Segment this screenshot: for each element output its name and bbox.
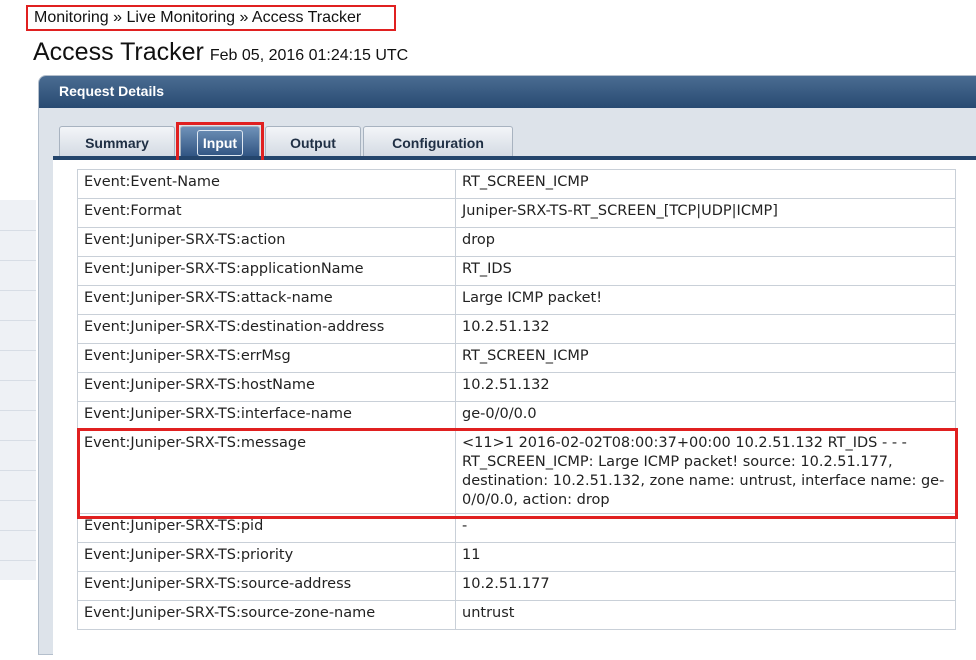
attribute-value: <11>1 2016-02-02T08:00:37+00:00 10.2.51.… bbox=[455, 430, 956, 514]
attribute-name: Event:Juniper-SRX-TS:priority bbox=[77, 542, 456, 572]
attribute-name: Event:Juniper-SRX-TS:destination-address bbox=[77, 314, 456, 344]
attribute-value: untrust bbox=[455, 600, 956, 630]
attribute-name: Event:Juniper-SRX-TS:source-zone-name bbox=[77, 600, 456, 630]
attribute-name: Event:Juniper-SRX-TS:source-address bbox=[77, 571, 456, 601]
table-row: Event:Juniper-SRX-TS:hostName 10.2.51.132 bbox=[77, 372, 956, 402]
attribute-value: 10.2.51.132 bbox=[455, 314, 956, 344]
input-attributes-table: Event:Event-Name RT_SCREEN_ICMP Event:Form… bbox=[77, 169, 956, 630]
tab-output[interactable]: Output bbox=[265, 126, 361, 157]
table-row: Event:Juniper-SRX-TS:errMsg RT_SCREEN_ICM… bbox=[77, 343, 956, 373]
attribute-value: - bbox=[455, 513, 956, 543]
table-row: Event:Format Juniper-SRX-TS-RT_SCREEN_[TC… bbox=[77, 198, 956, 228]
attribute-value: 11 bbox=[455, 542, 956, 572]
table-row: Event:Juniper-SRX-TS:attack-name Large IC… bbox=[77, 285, 956, 315]
attribute-value: Large ICMP packet! bbox=[455, 285, 956, 315]
table-row: Event:Juniper-SRX-TS:pid - bbox=[77, 513, 956, 543]
attribute-name: Event:Juniper-SRX-TS:attack-name bbox=[77, 285, 456, 315]
page-timestamp: Feb 05, 2016 01:24:15 UTC bbox=[209, 47, 409, 64]
attribute-name: Event:Juniper-SRX-TS:applicationName bbox=[77, 256, 456, 286]
table-row: Event:Juniper-SRX-TS:applicationName RT_I… bbox=[77, 256, 956, 286]
attribute-name: Event:Event-Name bbox=[77, 169, 456, 199]
attribute-name: Event:Juniper-SRX-TS:interface-name bbox=[77, 401, 456, 431]
request-details-panel: Request Details Summary Input Output Con… bbox=[38, 75, 976, 660]
attribute-name: Event:Juniper-SRX-TS:pid bbox=[77, 513, 456, 543]
attribute-name: Event:Juniper-SRX-TS:errMsg bbox=[77, 343, 456, 373]
panel-header: Request Details bbox=[39, 76, 976, 108]
attribute-value: drop bbox=[455, 227, 956, 257]
tab-input-label: Input bbox=[196, 130, 244, 156]
table-row: Event:Juniper-SRX-TS:destination-address… bbox=[77, 314, 956, 344]
tab-summary[interactable]: Summary bbox=[59, 126, 175, 157]
attribute-name: Event:Juniper-SRX-TS:hostName bbox=[77, 372, 456, 402]
page-title-text: Access Tracker bbox=[33, 38, 204, 66]
page-title: Access Tracker Feb 05, 2016 01:24:15 UTC bbox=[33, 38, 408, 67]
attribute-value: RT_IDS bbox=[455, 256, 956, 286]
input-attributes-area: Event:Event-Name RT_SCREEN_ICMP Event:Form… bbox=[53, 160, 976, 660]
tab-input[interactable]: Input bbox=[180, 126, 260, 157]
attribute-value: RT_SCREEN_ICMP bbox=[455, 343, 956, 373]
breadcrumb[interactable]: Monitoring » Live Monitoring » Access Tr… bbox=[26, 5, 396, 31]
table-row: Event:Juniper-SRX-TS:source-address 10.2.… bbox=[77, 571, 956, 601]
table-row: Event:Juniper-SRX-TS:action drop bbox=[77, 227, 956, 257]
attribute-value: RT_SCREEN_ICMP bbox=[455, 169, 956, 199]
attribute-value: ge-0/0/0.0 bbox=[455, 401, 956, 431]
attribute-name: Event:Juniper-SRX-TS:message bbox=[77, 430, 456, 514]
tab-configuration[interactable]: Configuration bbox=[363, 126, 513, 157]
attribute-value: 10.2.51.132 bbox=[455, 372, 956, 402]
table-row: Event:Event-Name RT_SCREEN_ICMP bbox=[77, 169, 956, 199]
panel-header-title: Request Details bbox=[59, 83, 165, 99]
background-list-strip bbox=[0, 200, 36, 580]
attribute-name: Event:Format bbox=[77, 198, 456, 228]
table-row: Event:Juniper-SRX-TS:priority 11 bbox=[77, 542, 956, 572]
table-row: Event:Juniper-SRX-TS:message <11>1 2016-0… bbox=[77, 430, 956, 514]
attribute-value: 10.2.51.177 bbox=[455, 571, 956, 601]
attribute-name: Event:Juniper-SRX-TS:action bbox=[77, 227, 456, 257]
table-row: Event:Juniper-SRX-TS:interface-name ge-0/… bbox=[77, 401, 956, 431]
attribute-value: Juniper-SRX-TS-RT_SCREEN_[TCP|UDP|ICMP] bbox=[455, 198, 956, 228]
table-row: Event:Juniper-SRX-TS:source-zone-name unt… bbox=[77, 600, 956, 630]
